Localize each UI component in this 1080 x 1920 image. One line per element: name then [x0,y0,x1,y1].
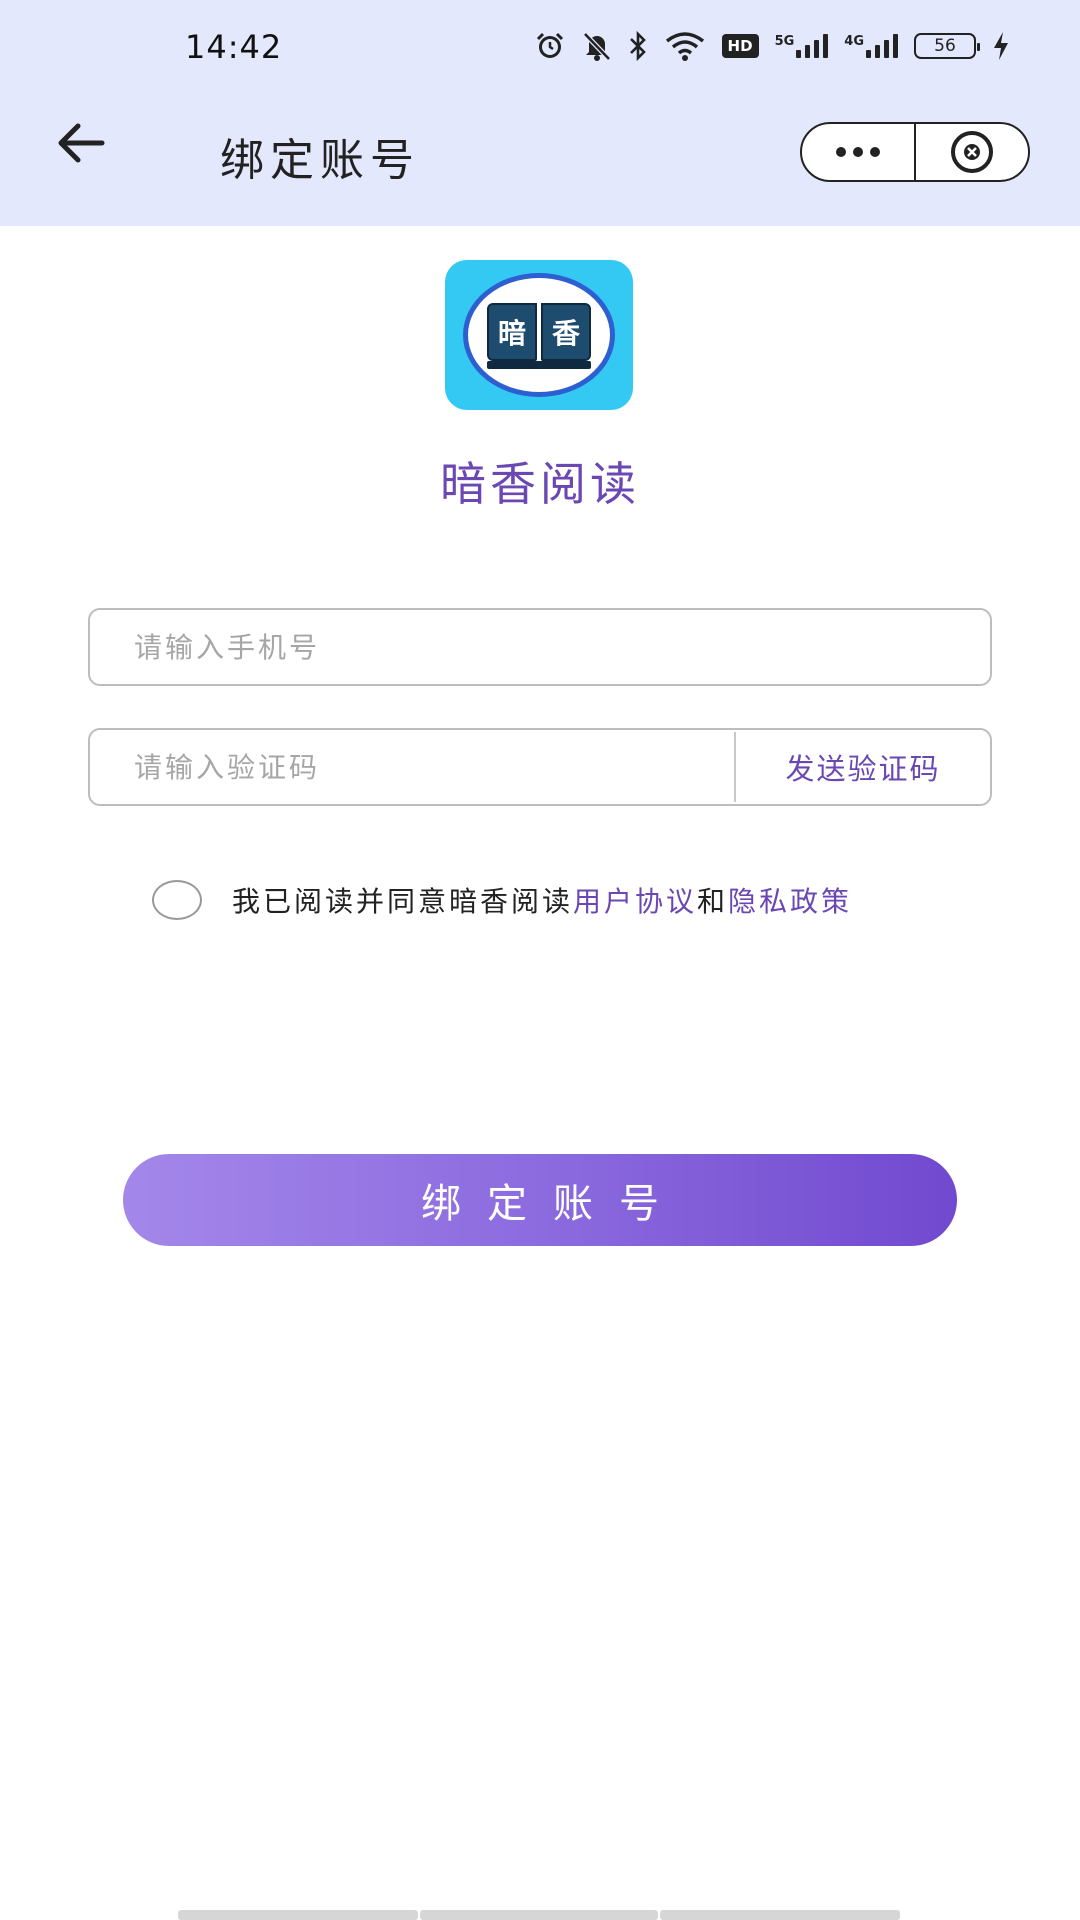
battery-level: 56 [934,36,956,56]
back-button[interactable] [52,115,112,175]
logo-ring: 暗 香 [463,273,615,397]
signal-4g-icon: 4G [844,34,898,58]
bind-account-button[interactable]: 绑定账号 [123,1154,957,1246]
bluetooth-icon [629,30,646,62]
phone-field [88,608,992,686]
page-title: 绑定账号 [220,135,420,186]
user-agreement-link[interactable]: 用户协议 [573,880,697,920]
mute-bell-icon [582,32,611,61]
logo-char-right: 香 [541,303,591,361]
privacy-policy-link[interactable]: 隐私政策 [728,880,852,920]
code-field: 发送验证码 [88,728,992,806]
app-name: 暗香阅读 [440,457,640,511]
charging-icon [994,32,1008,60]
signal-4g-label: 4G [844,34,864,49]
send-code-button[interactable]: 发送验证码 [736,746,990,788]
nav-indicator-center [420,1910,658,1920]
agree-radio[interactable] [152,880,202,920]
app-logo: 暗 香 [445,260,633,410]
agreement-row: 我已阅读并同意暗香阅读 用户协议 和 隐私政策 [152,880,852,920]
signal-5g-icon: 5G [775,34,829,58]
header-bar: 14:42 HD 5G 4G 56 绑定账号 [0,0,1080,226]
mini-program-capsule [800,122,1030,182]
close-circle-icon [951,131,993,173]
nav-indicator-left [178,1910,418,1920]
nav-indicator-right [660,1910,900,1920]
status-icons: HD 5G 4G 56 [534,30,1010,62]
agreement-and: 和 [697,885,729,918]
battery-icon: 56 [914,33,980,59]
back-arrow-icon [58,123,105,163]
status-time: 14:42 [185,28,283,66]
hd-badge: HD [721,34,759,58]
close-button[interactable] [916,124,1028,180]
logo-char-left: 暗 [487,303,537,361]
wifi-icon [665,32,704,61]
book-icon: 暗 香 [487,301,591,369]
agreement-prefix: 我已阅读并同意暗香阅读 [232,885,574,918]
code-input[interactable] [90,730,734,804]
signal-5g-label: 5G [774,34,795,49]
more-dots-icon [836,147,880,157]
phone-input[interactable] [90,610,990,684]
alarm-icon [536,32,563,58]
more-button[interactable] [802,124,914,180]
